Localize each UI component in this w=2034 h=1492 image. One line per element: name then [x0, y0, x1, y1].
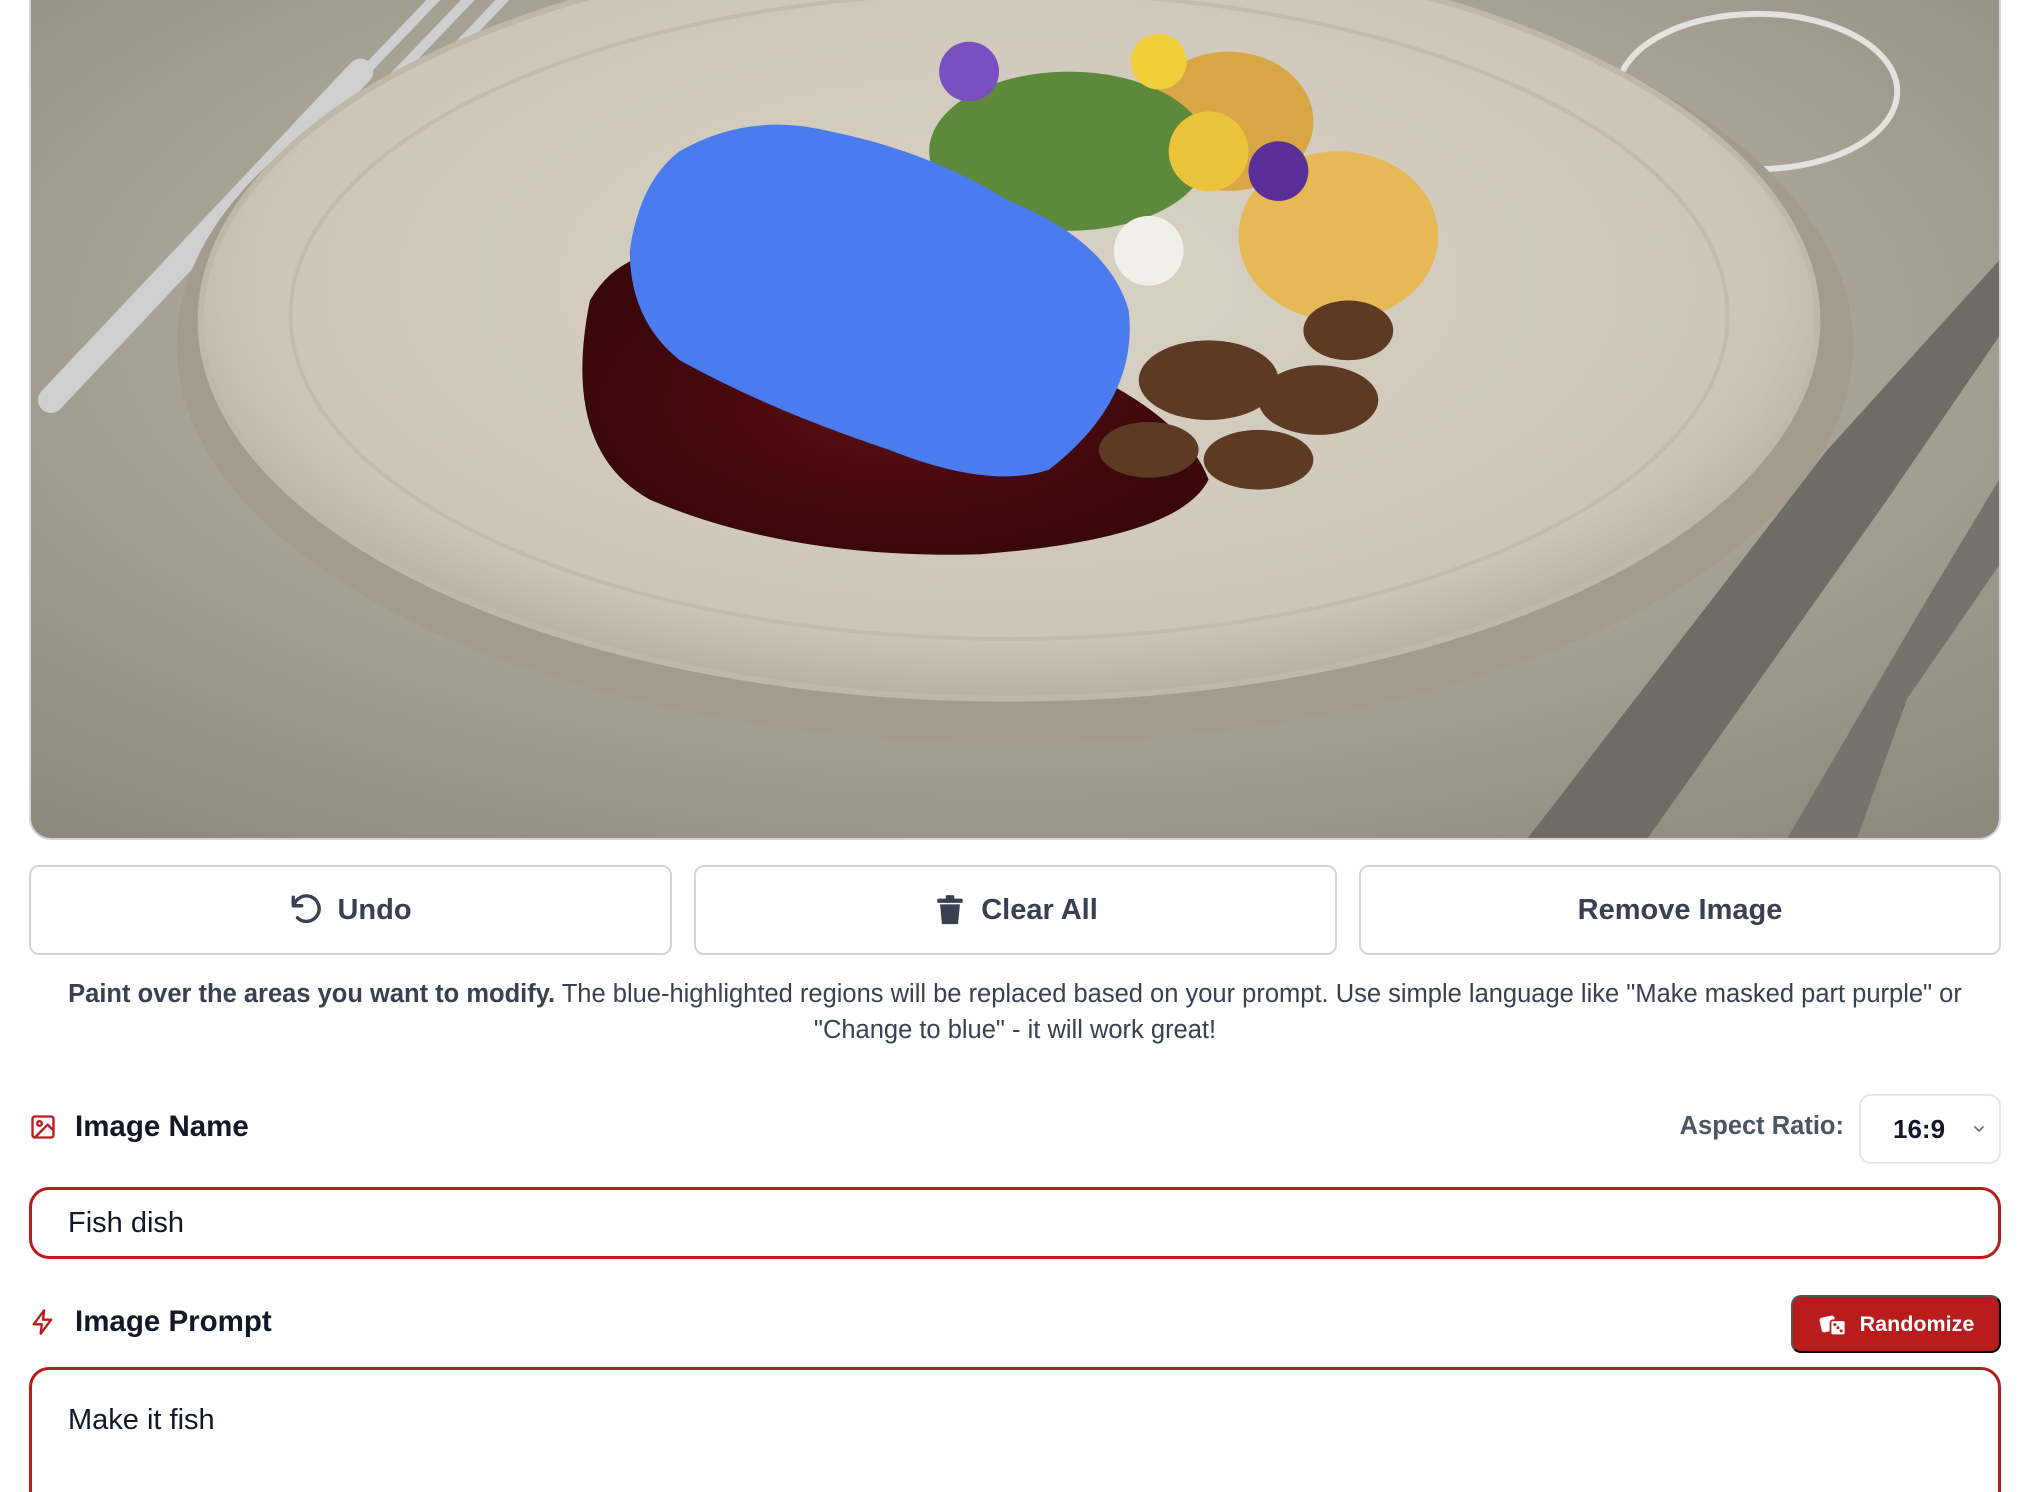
image-icon	[31, 1115, 55, 1139]
undo-icon	[292, 894, 322, 924]
remove-image-label: Remove Image	[1577, 893, 1783, 926]
aspect-ratio-value: 16:9	[1893, 1113, 1946, 1144]
dice-icon	[1819, 1315, 1847, 1337]
image-prompt-value: Make it fish	[68, 1404, 215, 1436]
help-text-bold: Paint over the areas you want to modify.	[68, 980, 556, 1008]
image-editor-page: Undo Clear All Remove Image Paint over t…	[0, 0, 2034, 1492]
clear-all-button[interactable]: Clear All	[694, 865, 1337, 955]
randomize-button[interactable]: Randomize	[1791, 1295, 2001, 1353]
image-name-value: Fish dish	[68, 1206, 185, 1239]
remove-image-button[interactable]: Remove Image	[1359, 865, 2001, 955]
help-text-body: The blue-highlighted regions will be rep…	[555, 980, 1962, 1044]
aspect-ratio-select[interactable]: 16:9	[1859, 1094, 2001, 1164]
dish-image	[31, 0, 1999, 838]
aspect-ratio-label: Aspect Ratio:	[1679, 1112, 1844, 1140]
image-prompt-textarea[interactable]: Make it fish	[29, 1367, 2001, 1492]
lightning-icon	[32, 1309, 53, 1335]
randomize-label: Randomize	[1859, 1311, 1975, 1336]
image-prompt-header: Image Prompt	[29, 1305, 272, 1339]
image-name-header: Image Name	[29, 1110, 249, 1144]
help-text: Paint over the areas you want to modify.…	[29, 976, 2001, 1048]
chevron-down-icon	[1974, 1126, 1984, 1132]
image-prompt-label: Image Prompt	[75, 1305, 272, 1338]
image-canvas[interactable]	[29, 0, 2001, 840]
undo-label: Undo	[337, 893, 412, 926]
image-name-input[interactable]: Fish dish	[29, 1187, 2001, 1259]
undo-button[interactable]: Undo	[29, 865, 672, 955]
image-name-label: Image Name	[75, 1110, 249, 1143]
clear-all-label: Clear All	[981, 893, 1098, 926]
trash-icon	[937, 895, 963, 925]
